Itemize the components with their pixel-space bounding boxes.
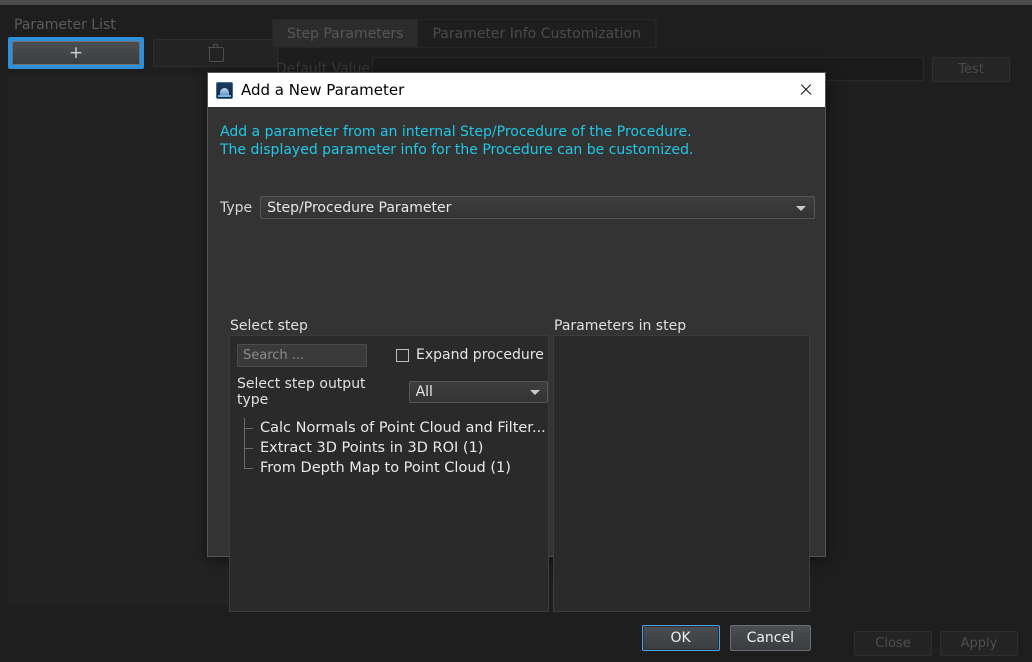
- list-item[interactable]: Extract 3D Points in 3D ROI (1): [244, 438, 548, 458]
- background-tab-bar: Step Parameters Parameter Info Customiza…: [272, 19, 657, 48]
- dialog-description-line-2: The displayed parameter info for the Pro…: [220, 141, 693, 159]
- parameters-in-step-label: Parameters in step: [554, 318, 686, 334]
- type-dropdown-value: Step/Procedure Parameter: [267, 200, 451, 216]
- list-item[interactable]: Calc Normals of Point Cloud and Filter..…: [244, 418, 548, 438]
- test-button[interactable]: Test: [932, 57, 1010, 82]
- dialog-description: Add a parameter from an internal Step/Pr…: [220, 123, 693, 159]
- expand-procedure-checkbox[interactable]: Expand procedure: [396, 347, 544, 363]
- test-button-label: Test: [958, 62, 984, 77]
- ok-button[interactable]: OK: [642, 625, 720, 651]
- dialog-body: Add a parameter from an internal Step/Pr…: [208, 107, 825, 557]
- add-parameter-button-label: +: [12, 41, 140, 65]
- close-icon[interactable]: [793, 77, 819, 103]
- search-input-placeholder: Search ...: [243, 348, 304, 363]
- tab-step-parameters-label: Step Parameters: [287, 26, 403, 42]
- chevron-down-icon: [796, 206, 806, 211]
- parameters-in-step-panel[interactable]: [553, 335, 810, 612]
- output-type-row: Select step output type All: [237, 376, 548, 408]
- checkbox-box: [396, 349, 409, 362]
- tab-parameter-info-customization[interactable]: Parameter Info Customization: [418, 20, 656, 47]
- list-item[interactable]: From Depth Map to Point Cloud (1): [244, 458, 548, 478]
- tab-parameter-info-customization-label: Parameter Info Customization: [432, 26, 641, 42]
- type-dropdown[interactable]: Step/Procedure Parameter: [260, 196, 815, 219]
- chevron-down-icon: [530, 390, 540, 395]
- output-type-label: Select step output type: [237, 376, 401, 408]
- close-button-label: Close: [875, 636, 910, 651]
- list-item-label: Calc Normals of Point Cloud and Filter..…: [260, 420, 546, 436]
- type-label: Type: [220, 200, 252, 216]
- delete-parameter-button[interactable]: [153, 39, 278, 67]
- parameter-list-toolbar: +: [8, 37, 270, 69]
- close-button[interactable]: Close: [854, 631, 932, 656]
- dialog-title-bar: Add a New Parameter: [208, 73, 825, 107]
- type-row: Type Step/Procedure Parameter: [220, 196, 815, 219]
- apply-button[interactable]: Apply: [940, 631, 1018, 656]
- dialog-description-line-1: Add a parameter from an internal Step/Pr…: [220, 123, 693, 141]
- cancel-button-label: Cancel: [747, 630, 794, 646]
- add-parameter-button[interactable]: +: [8, 37, 144, 69]
- search-input[interactable]: Search ...: [237, 344, 367, 367]
- parameter-list-title: Parameter List: [14, 17, 116, 33]
- add-new-parameter-dialog: Add a New Parameter Add a parameter from…: [207, 72, 826, 557]
- tab-step-parameters[interactable]: Step Parameters: [273, 20, 418, 47]
- cancel-button[interactable]: Cancel: [730, 625, 811, 651]
- app-logo-icon: [216, 82, 233, 99]
- step-tree[interactable]: Calc Normals of Point Cloud and Filter..…: [230, 412, 548, 611]
- output-type-dropdown-value: All: [416, 384, 433, 400]
- trash-icon: [209, 46, 222, 61]
- select-step-label: Select step: [230, 318, 308, 334]
- expand-procedure-label: Expand procedure: [416, 347, 544, 363]
- app-window: Parameter List + Step Parameters Paramet…: [0, 0, 1032, 662]
- list-item-label: Extract 3D Points in 3D ROI (1): [260, 440, 483, 456]
- output-type-dropdown[interactable]: All: [409, 381, 548, 403]
- ok-button-label: OK: [670, 630, 690, 646]
- list-item-label: From Depth Map to Point Cloud (1): [260, 460, 511, 476]
- dialog-title: Add a New Parameter: [241, 81, 793, 99]
- dialog-button-row: OK Cancel: [642, 625, 811, 651]
- select-step-panel: Search ... Expand procedure Select step …: [229, 335, 549, 612]
- apply-button-label: Apply: [961, 636, 998, 651]
